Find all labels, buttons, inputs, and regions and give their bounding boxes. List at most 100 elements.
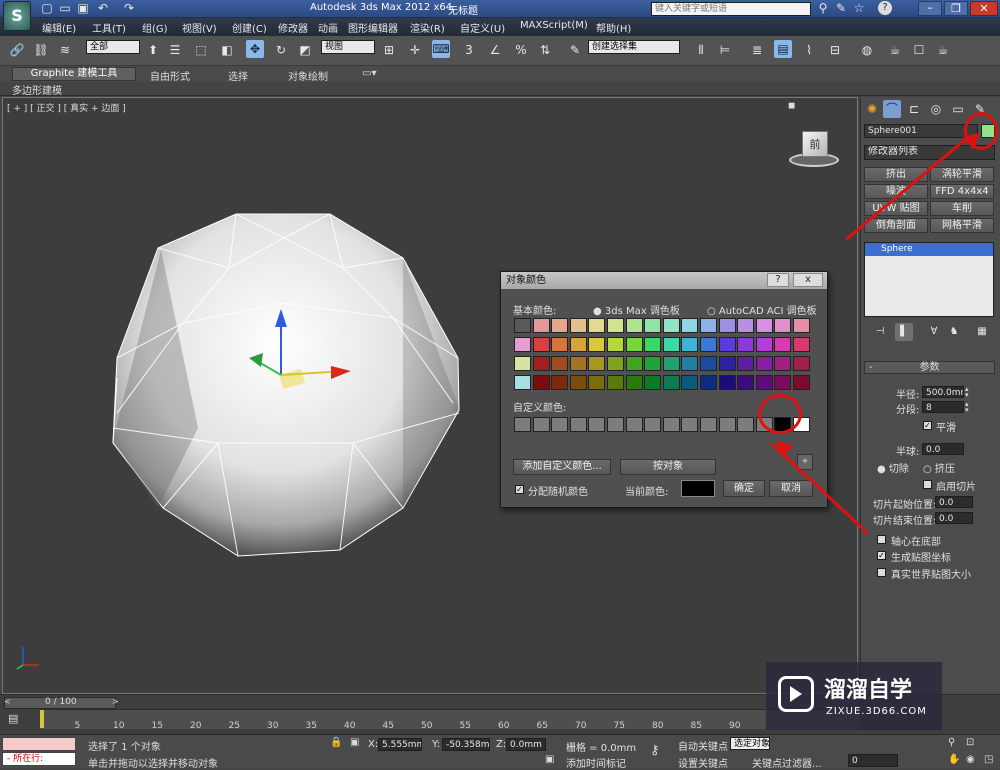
- basic-color-swatch[interactable]: [793, 337, 810, 352]
- basic-color-swatch[interactable]: [532, 375, 550, 390]
- basic-color-swatch[interactable]: [588, 318, 606, 333]
- basic-color-swatch[interactable]: [681, 375, 699, 390]
- save-file-icon[interactable]: ▣: [74, 0, 92, 16]
- basic-color-swatch[interactable]: [755, 375, 773, 390]
- custom-color-swatch[interactable]: [532, 417, 550, 432]
- menu-tools[interactable]: 工具(T): [92, 20, 126, 35]
- basic-color-swatch[interactable]: [551, 318, 569, 333]
- basic-color-swatch[interactable]: [588, 375, 606, 390]
- basic-color-swatch[interactable]: [774, 375, 792, 390]
- y-coord-field[interactable]: -50.358mm: [442, 738, 490, 751]
- basic-color-swatch[interactable]: [569, 356, 587, 371]
- custom-color-swatch[interactable]: [737, 417, 755, 432]
- palette-autocad-radio[interactable]: ○ AutoCAD ACI 调色板: [707, 302, 817, 317]
- basic-color-swatch[interactable]: [514, 318, 531, 333]
- cancel-button[interactable]: 取消: [769, 480, 813, 497]
- custom-color-swatch[interactable]: [551, 417, 569, 432]
- frame-counter[interactable]: 0 / 100: [45, 697, 77, 707]
- slice-on-checkbox[interactable]: [923, 480, 932, 489]
- basic-color-swatch[interactable]: [625, 356, 643, 371]
- selected-dropdown[interactable]: 选定对象: [730, 737, 770, 750]
- palette-3dsmax-radio[interactable]: ● 3ds Max 调色板: [593, 302, 680, 317]
- basic-color-swatch[interactable]: [644, 318, 662, 333]
- mod-btn-meshsmooth[interactable]: 网格平滑: [930, 218, 994, 233]
- basic-color-swatch[interactable]: [793, 356, 810, 371]
- timeline-prev-icon[interactable]: <: [4, 697, 11, 706]
- help-button[interactable]: ?: [878, 1, 892, 15]
- segments-spinner[interactable]: ▴ ▾: [965, 401, 973, 414]
- basic-color-swatch[interactable]: [718, 375, 736, 390]
- basic-color-swatch[interactable]: [718, 356, 736, 371]
- zoom-extents-icon[interactable]: ⊡: [966, 737, 974, 748]
- basic-color-swatch[interactable]: [737, 318, 755, 333]
- object-name-field[interactable]: Sphere001: [864, 124, 978, 138]
- pin-stack-icon[interactable]: ⊣: [871, 323, 889, 341]
- menu-create[interactable]: 创建(C): [232, 20, 267, 35]
- configure-sets-icon[interactable]: ▦: [973, 323, 991, 341]
- prompt-line[interactable]: - 所在行:: [2, 752, 76, 766]
- basic-color-swatch[interactable]: [755, 318, 773, 333]
- ribbon-options-icon[interactable]: ▭▾: [362, 68, 376, 79]
- menu-modifiers[interactable]: 修改器: [278, 20, 308, 35]
- window-crossing-icon[interactable]: ◧: [218, 41, 236, 59]
- motion-tab-icon[interactable]: ◎: [927, 100, 945, 118]
- dialog-close-button[interactable]: x: [793, 273, 823, 287]
- basic-color-swatch[interactable]: [514, 375, 531, 390]
- modifier-stack[interactable]: Sphere: [864, 242, 994, 317]
- close-button[interactable]: ✕: [970, 1, 998, 16]
- hemisphere-field[interactable]: 0.0: [922, 443, 964, 455]
- polygon-modeling-label[interactable]: 多边形建模: [12, 82, 62, 97]
- make-unique-icon[interactable]: ∀: [925, 323, 943, 341]
- basic-color-swatch[interactable]: [755, 337, 773, 352]
- basic-color-swatch[interactable]: [774, 337, 792, 352]
- basic-color-swatch[interactable]: [718, 318, 736, 333]
- abs-mode-icon[interactable]: ▣: [350, 737, 359, 748]
- basic-color-swatch[interactable]: [662, 375, 680, 390]
- named-selection-dropdown[interactable]: 创建选择集: [588, 40, 680, 54]
- undo-icon[interactable]: ↶: [94, 0, 112, 16]
- hierarchy-tab-icon[interactable]: ⊏: [905, 100, 923, 118]
- key-icon[interactable]: ⚷: [650, 743, 660, 758]
- render-setup-icon[interactable]: ☕: [886, 41, 904, 59]
- home-icon[interactable]: ◼: [788, 101, 795, 111]
- select-object-icon[interactable]: ⬆: [144, 41, 162, 59]
- basic-color-swatch[interactable]: [569, 337, 587, 352]
- basic-color-swatch[interactable]: [607, 375, 624, 390]
- current-color-swatch[interactable]: [681, 480, 715, 497]
- custom-color-swatch[interactable]: [681, 417, 699, 432]
- mod-btn-lathe[interactable]: 车削: [930, 201, 994, 216]
- basic-color-swatch[interactable]: [644, 337, 662, 352]
- maximize-viewport-icon[interactable]: ◳: [984, 754, 993, 765]
- menu-graph-editors[interactable]: 图形编辑器: [348, 20, 398, 35]
- basic-color-swatch[interactable]: [718, 337, 736, 352]
- track-bar-menu-icon[interactable]: ▤: [8, 712, 18, 725]
- search-input[interactable]: 键入关键字或短语: [651, 2, 811, 16]
- orbit-icon[interactable]: ◉: [966, 754, 975, 765]
- rotate-icon[interactable]: ↻: [272, 41, 290, 59]
- by-object-button[interactable]: 按对象: [620, 459, 716, 475]
- keyboard-shortcut-icon[interactable]: ⌨: [432, 40, 450, 58]
- tab-selection[interactable]: 选择: [228, 68, 248, 83]
- move-icon[interactable]: ✥: [246, 40, 264, 58]
- basic-color-swatch[interactable]: [755, 356, 773, 371]
- menu-rendering[interactable]: 渲染(R): [410, 20, 445, 35]
- percent-snap-icon[interactable]: %: [512, 41, 530, 59]
- basic-color-swatch[interactable]: [551, 356, 569, 371]
- base-pivot-checkbox[interactable]: [877, 535, 886, 544]
- tab-freeform[interactable]: 自由形式: [150, 68, 190, 83]
- radius-field[interactable]: 500.0mm: [922, 386, 964, 398]
- app-logo-icon[interactable]: S: [3, 1, 31, 31]
- basic-color-swatch[interactable]: [514, 356, 531, 371]
- basic-color-swatch[interactable]: [774, 356, 792, 371]
- menu-maxscript[interactable]: MAXScript(M): [520, 20, 588, 31]
- scale-icon[interactable]: ◩: [296, 41, 314, 59]
- link-icon[interactable]: 🔗: [8, 41, 26, 59]
- zoom-icon[interactable]: ⚲: [948, 737, 955, 748]
- basic-color-swatch[interactable]: [607, 356, 624, 371]
- basic-color-swatch[interactable]: [737, 337, 755, 352]
- basic-color-swatch[interactable]: [625, 318, 643, 333]
- basic-color-swatch[interactable]: [569, 375, 587, 390]
- basic-color-swatch[interactable]: [644, 375, 662, 390]
- random-colors-checkbox[interactable]: ✓: [515, 485, 524, 494]
- basic-color-swatch[interactable]: [737, 356, 755, 371]
